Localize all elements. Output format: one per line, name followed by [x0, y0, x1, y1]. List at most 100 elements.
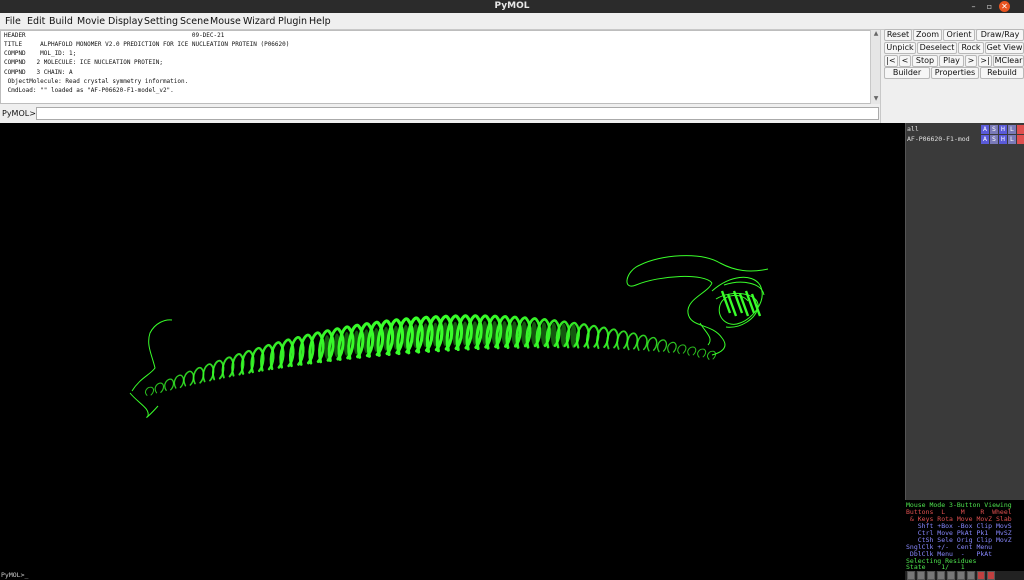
bottom-console[interactable]: PyMOL>_	[0, 570, 905, 580]
log-output[interactable]: HEADER 09-DEC-21 TITLE ALPHAFOLD MONOMER…	[0, 30, 880, 104]
menu-build[interactable]: Build	[49, 13, 73, 30]
rewind-icon[interactable]	[907, 571, 915, 580]
command-prompt-label: PyMOL>	[2, 109, 36, 118]
rock-button[interactable]: Rock	[958, 42, 984, 54]
sheet-fill	[373, 328, 380, 352]
protein-cartoon	[129, 255, 769, 418]
menu-plugin[interactable]: Plugin	[278, 13, 307, 30]
close-icon[interactable]: ✕	[999, 1, 1010, 12]
label-button[interactable]: L	[1008, 135, 1016, 144]
coil-loop	[131, 319, 173, 392]
beta-turn	[707, 350, 717, 360]
sheet-fill	[531, 321, 538, 346]
dropdown-icon[interactable]	[987, 571, 995, 580]
menu-display[interactable]: Display	[108, 13, 143, 30]
last-frame-button[interactable]: >|	[978, 55, 992, 67]
log-line: COMPND 3 CHAIN: A	[4, 69, 73, 76]
draw-ray-button[interactable]: Draw/Ray	[976, 29, 1024, 41]
beta-turn	[626, 332, 639, 351]
menu-help[interactable]: Help	[309, 13, 331, 30]
console-prompt[interactable]: PyMOL>_	[1, 570, 28, 580]
orient-button[interactable]: Orient	[943, 29, 975, 41]
action-button[interactable]: A	[981, 125, 989, 134]
beta-turn	[687, 346, 697, 356]
properties-button[interactable]: Properties	[931, 67, 979, 79]
action-button[interactable]: A	[981, 135, 989, 144]
unpick-button[interactable]: Unpick	[884, 42, 916, 54]
sheet-fill	[393, 325, 399, 350]
step-forward-icon[interactable]	[947, 571, 955, 580]
step-back-icon[interactable]	[917, 571, 925, 580]
mouse-mode-panel[interactable]: Mouse Mode 3-Button Viewing Buttons L M …	[905, 500, 1024, 572]
beta-turn	[697, 348, 707, 358]
full-screen-icon[interactable]	[977, 571, 985, 580]
object-name[interactable]: AF-P06620-F1-mod	[907, 135, 981, 144]
window-titlebar: PyMOL – ▫ ✕	[0, 0, 1024, 13]
menu-wizard[interactable]: Wizard	[243, 13, 275, 30]
object-row-model[interactable]: AF-P06620-F1-mod A S H L	[906, 135, 1024, 144]
menu-bar: File Edit Build Movie Display Setting Sc…	[0, 13, 1024, 30]
beta-turn	[164, 378, 175, 391]
beta-turn	[636, 334, 648, 351]
sheet-fill	[353, 330, 360, 355]
log-line: COMPND MOL_ID: 1;	[4, 50, 77, 57]
reset-button[interactable]: Reset	[884, 29, 912, 41]
builder-button[interactable]: Builder	[884, 67, 930, 79]
beta-turn	[667, 341, 677, 354]
fast-forward-icon[interactable]	[957, 571, 965, 580]
log-line: CmdLoad: "" loaded as "AF-P06620-F1-mode…	[4, 87, 174, 94]
next-frame-button[interactable]: >	[965, 55, 977, 67]
hide-button[interactable]: H	[999, 125, 1007, 134]
get-view-button[interactable]: Get View	[985, 42, 1024, 54]
sheet-fill	[570, 324, 577, 349]
beta-turn	[145, 386, 155, 396]
sheet-fill	[402, 324, 409, 349]
label-button[interactable]: L	[1008, 125, 1016, 134]
menu-file[interactable]: File	[5, 13, 21, 30]
menu-setting[interactable]: Setting	[144, 13, 178, 30]
menu-scene[interactable]: Scene	[180, 13, 209, 30]
molecule-viewer[interactable]	[0, 123, 905, 570]
rewind-button[interactable]: |<	[884, 55, 898, 67]
object-name[interactable]: all	[907, 125, 981, 134]
command-row: PyMOL>	[0, 104, 880, 123]
command-input[interactable]	[36, 107, 879, 120]
beta-turn	[183, 370, 195, 387]
mclear-button[interactable]: MClear	[993, 55, 1024, 67]
log-scrollbar[interactable]: ▲ ▼	[870, 30, 880, 104]
minimize-icon[interactable]: –	[968, 1, 979, 12]
show-button[interactable]: S	[990, 125, 998, 134]
sheet-fill	[462, 321, 468, 346]
stop-icon[interactable]	[927, 571, 935, 580]
beta-turn	[616, 330, 629, 350]
deselect-button[interactable]: Deselect	[917, 42, 957, 54]
sheet-fill	[541, 322, 547, 347]
sheet-fill	[501, 321, 508, 345]
beta-turn	[154, 382, 165, 394]
color-button[interactable]	[1017, 125, 1024, 134]
play-icon[interactable]	[937, 571, 945, 580]
sheet-fill	[333, 333, 340, 358]
sheet-fill	[324, 335, 330, 360]
object-row-all[interactable]: all A S H L	[906, 125, 1024, 134]
menu-mouse[interactable]: Mouse	[210, 13, 241, 30]
stop-button[interactable]: Stop	[912, 55, 938, 67]
log-line: TITLE ALPHAFOLD MONOMER V2.0 PREDICTION …	[4, 41, 290, 48]
prev-frame-button[interactable]: <	[899, 55, 911, 67]
movie-controls	[905, 571, 1024, 580]
maximize-icon[interactable]: ▫	[984, 1, 995, 12]
sheet-fill	[521, 321, 528, 346]
show-button[interactable]: S	[990, 135, 998, 144]
coil-loop	[723, 281, 765, 296]
zoom-button[interactable]: Zoom	[913, 29, 942, 41]
play-button[interactable]: Play	[939, 55, 964, 67]
scene-icon[interactable]	[967, 571, 975, 580]
color-button[interactable]	[1017, 135, 1024, 144]
menu-movie[interactable]: Movie	[77, 13, 105, 30]
hide-button[interactable]: H	[999, 135, 1007, 144]
menu-edit[interactable]: Edit	[27, 13, 45, 30]
sheet-fill	[481, 321, 488, 345]
rebuild-button[interactable]: Rebuild	[980, 67, 1024, 79]
sheet-fill	[383, 326, 390, 351]
sheet-fill	[442, 322, 449, 347]
